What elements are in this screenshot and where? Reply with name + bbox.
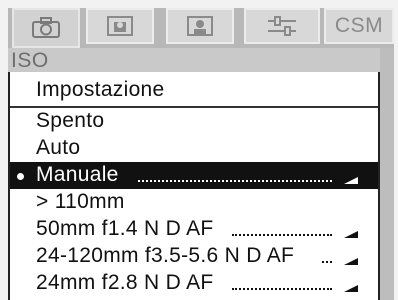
- menu-item-auto[interactable]: Auto: [10, 135, 378, 162]
- tab-custom[interactable]: [166, 8, 234, 44]
- dotted-leader: [322, 261, 332, 263]
- setup-sliders-icon: [268, 16, 296, 36]
- submenu-arrow-icon: [344, 177, 358, 184]
- tab-csm-label: CSM: [334, 14, 384, 37]
- submenu-arrow-icon: [344, 231, 358, 238]
- settings-menu: Impostazione Spento Auto Manuale > 110mm…: [8, 72, 380, 300]
- menu-header-label: Impostazione: [36, 78, 165, 101]
- menu-header: Impostazione: [10, 78, 378, 108]
- menu-tab-bar: CSM: [8, 8, 394, 48]
- shooting-menu-icon: [107, 16, 133, 36]
- tab-shooting[interactable]: [86, 8, 154, 44]
- tab-camera[interactable]: [12, 8, 80, 48]
- menu-item-manuale[interactable]: Manuale: [10, 162, 378, 189]
- menu-item-label: > 110mm: [36, 190, 125, 213]
- camera-icon: [32, 17, 60, 38]
- dotted-leader: [138, 180, 332, 182]
- scrollbar[interactable]: [380, 48, 394, 300]
- menu-item-label: Manuale: [36, 163, 119, 186]
- camera-menu-screen: CSM ISO Impostazione Spento Auto Manuale…: [0, 0, 398, 300]
- page-title: ISO: [11, 49, 49, 72]
- menu-item-24mm[interactable]: 24mm f2.8 N D AF: [10, 270, 378, 297]
- submenu-arrow-icon: [344, 285, 358, 292]
- menu-item-label: Auto: [36, 136, 81, 159]
- menu-item-over-110mm[interactable]: > 110mm: [10, 189, 378, 216]
- dotted-leader: [232, 288, 332, 290]
- menu-item-24-120mm[interactable]: 24-120mm f3.5-5.6 N D AF: [10, 243, 378, 270]
- custom-setting-icon: [187, 16, 213, 36]
- page-title-bar: ISO: [8, 48, 380, 72]
- menu-item-label: 24-120mm f3.5-5.6 N D AF: [36, 244, 295, 267]
- menu-item-label: 24mm f2.8 N D AF: [36, 271, 214, 294]
- tab-setup[interactable]: [244, 8, 320, 44]
- menu-item-spento[interactable]: Spento: [10, 108, 378, 135]
- menu-item-label: 50mm f1.4 N D AF: [36, 217, 214, 240]
- selected-bullet-icon: [17, 173, 24, 180]
- menu-item-50mm[interactable]: 50mm f1.4 N D AF: [10, 216, 378, 243]
- submenu-arrow-icon: [344, 258, 358, 265]
- menu-item-label: Spento: [36, 109, 105, 132]
- tab-csm[interactable]: CSM: [324, 8, 394, 44]
- dotted-leader: [232, 234, 332, 236]
